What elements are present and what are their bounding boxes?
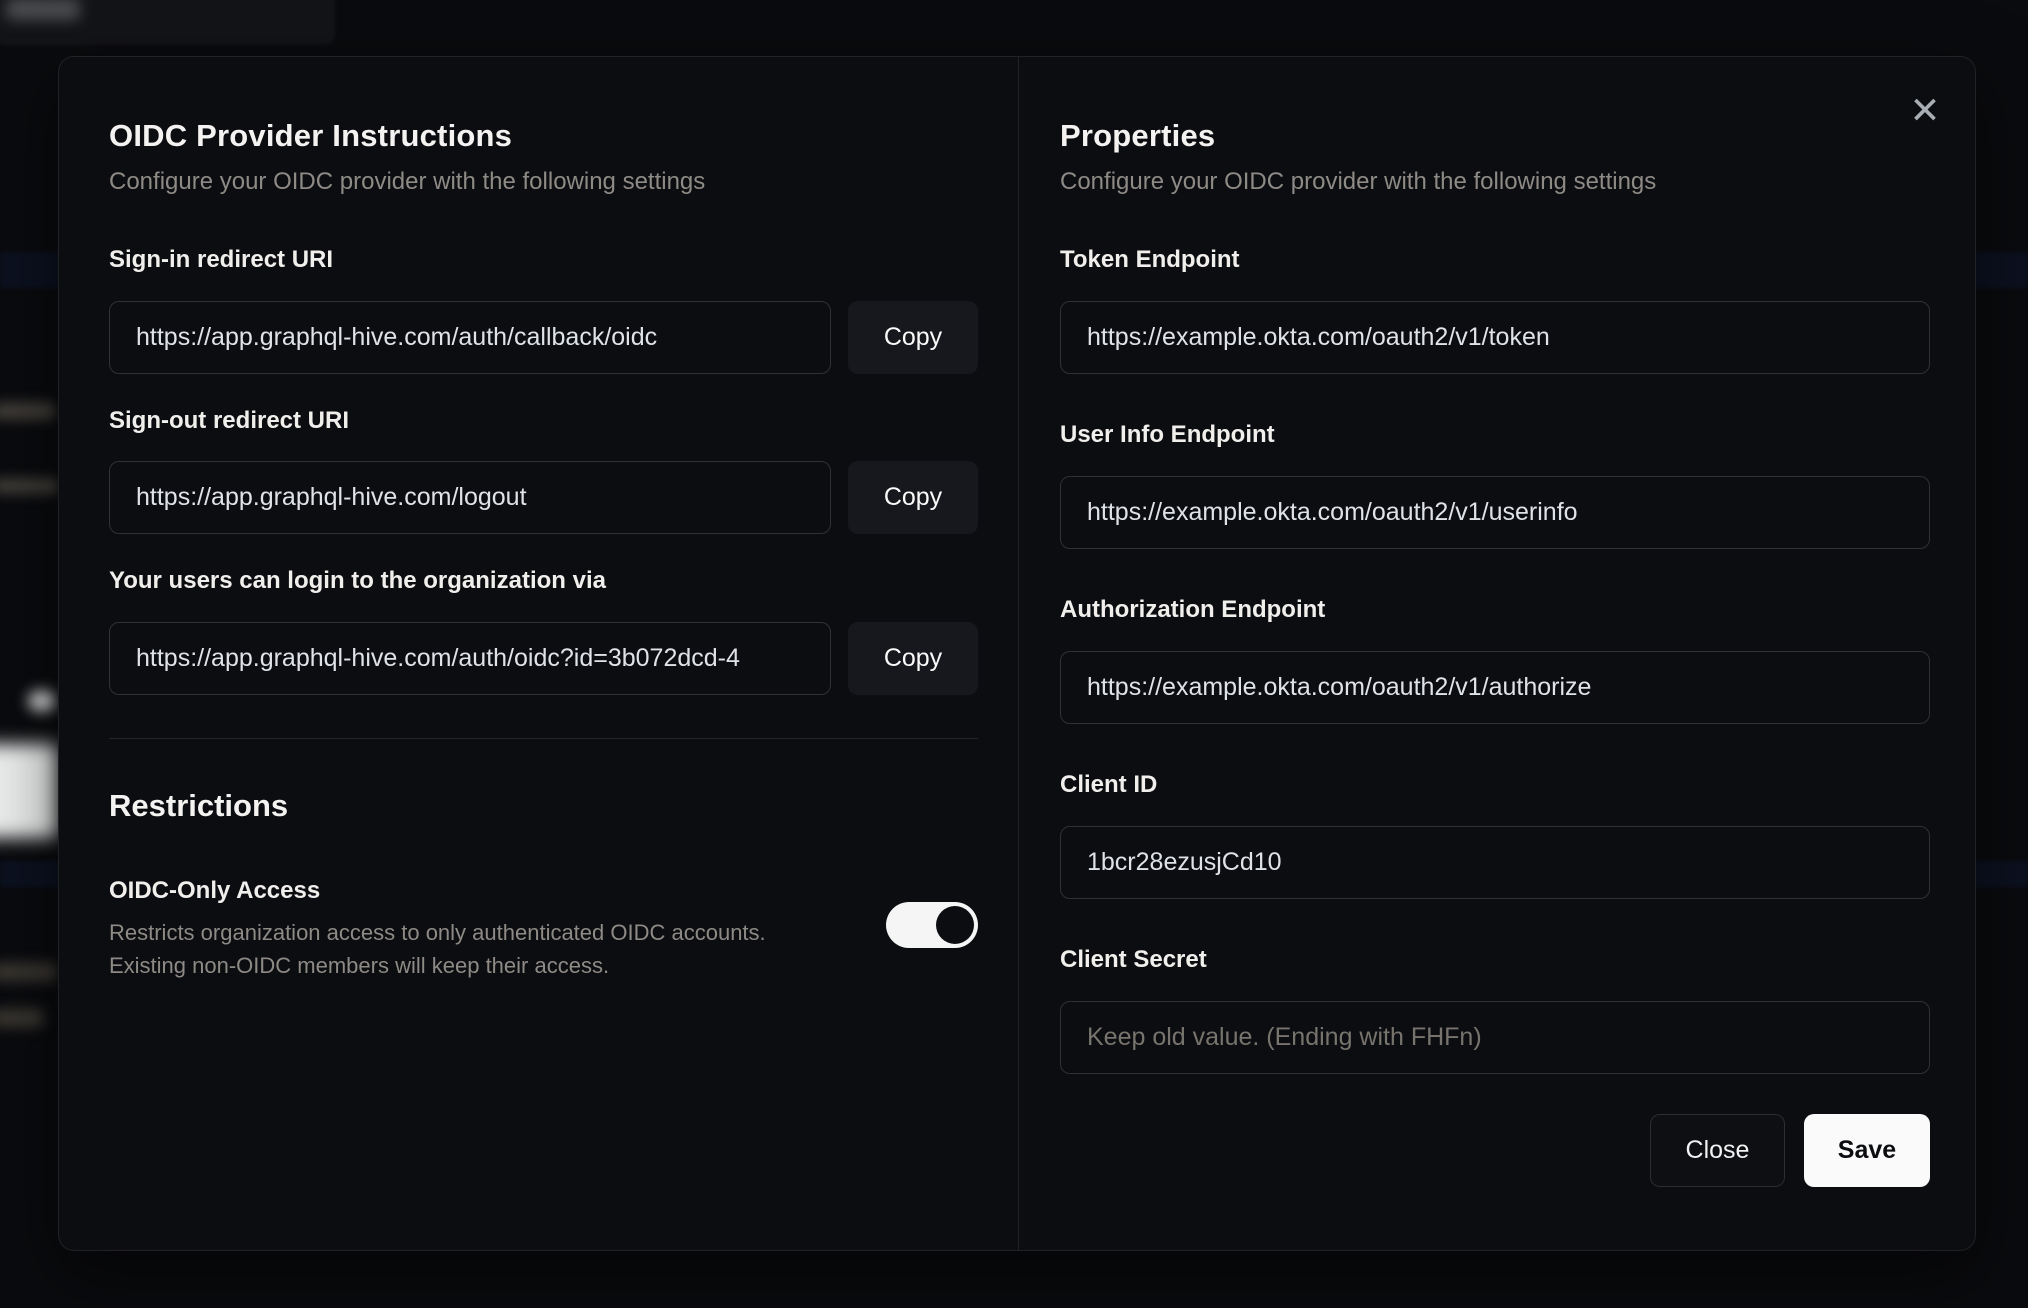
sign-out-redirect-uri-input[interactable] (109, 461, 831, 534)
client-secret-label: Client Secret (1060, 946, 1207, 973)
oidc-only-access-texts: OIDC-Only Access Restricts organization … (109, 876, 766, 982)
client-id-label: Client ID (1060, 771, 1158, 798)
screen: ✕ OIDC Provider Instructions Configure y… (0, 0, 2028, 1308)
background-blurred-panel (0, 0, 334, 44)
oidc-only-access-description-line1: Restricts organization access to only au… (109, 920, 766, 945)
client-id-row (1060, 826, 1930, 899)
org-login-uri-input[interactable] (109, 622, 831, 695)
sign-out-redirect-uri-label: Sign-out redirect URI (109, 407, 350, 434)
section-divider (109, 738, 978, 739)
background-blurred-text (6, 0, 80, 20)
background-blurred-dot (28, 690, 56, 712)
instructions-subtitle: Configure your OIDC provider with the fo… (109, 168, 706, 195)
instructions-title: OIDC Provider Instructions (109, 118, 513, 153)
background-blurred-text (0, 402, 56, 420)
oidc-settings-dialog: ✕ OIDC Provider Instructions Configure y… (58, 56, 1976, 1251)
instructions-panel: OIDC Provider Instructions Configure you… (109, 57, 978, 982)
copy-sign-out-uri-button[interactable]: Copy (848, 461, 978, 534)
sign-in-redirect-uri-row: Copy (109, 301, 978, 374)
background-blurred-text (0, 962, 58, 982)
background-blurred-text (0, 1008, 44, 1028)
client-id-input[interactable] (1060, 826, 1930, 899)
token-endpoint-label: Token Endpoint (1060, 246, 1240, 273)
sign-in-redirect-uri-label: Sign-in redirect URI (109, 246, 334, 273)
background-blurred-button (0, 744, 58, 838)
close-button[interactable]: Close (1650, 1114, 1785, 1187)
oidc-only-access-label: OIDC-Only Access (109, 877, 321, 904)
authorization-endpoint-label: Authorization Endpoint (1060, 596, 1326, 623)
properties-panel: Properties Configure your OIDC provider … (1060, 57, 1930, 1187)
copy-sign-in-uri-button[interactable]: Copy (848, 301, 978, 374)
user-info-endpoint-row (1060, 476, 1930, 549)
token-endpoint-row (1060, 301, 1930, 374)
properties-title: Properties (1060, 118, 1216, 153)
dialog-actions: Close Save (1060, 1114, 1930, 1187)
client-secret-row (1060, 1001, 1930, 1074)
sign-out-redirect-uri-row: Copy (109, 461, 978, 534)
restrictions-title: Restrictions (109, 788, 289, 823)
user-info-endpoint-input[interactable] (1060, 476, 1930, 549)
toggle-thumb-icon (936, 906, 974, 944)
org-login-uri-label: Your users can login to the organization… (109, 567, 606, 594)
column-divider (1018, 57, 1019, 1250)
oidc-only-access-description: Restricts organization access to only au… (109, 916, 766, 982)
authorization-endpoint-input[interactable] (1060, 651, 1930, 724)
authorization-endpoint-row (1060, 651, 1930, 724)
sign-in-redirect-uri-input[interactable] (109, 301, 831, 374)
copy-org-login-uri-button[interactable]: Copy (848, 622, 978, 695)
client-secret-input[interactable] (1060, 1001, 1930, 1074)
user-info-endpoint-label: User Info Endpoint (1060, 421, 1275, 448)
background-blurred-text (0, 478, 60, 494)
properties-subtitle: Configure your OIDC provider with the fo… (1060, 168, 1657, 195)
oidc-only-access-description-line2: Existing non-OIDC members will keep thei… (109, 953, 610, 978)
org-login-uri-row: Copy (109, 622, 978, 695)
oidc-only-access-toggle[interactable] (886, 902, 978, 948)
oidc-only-access-row: OIDC-Only Access Restricts organization … (109, 876, 978, 982)
token-endpoint-input[interactable] (1060, 301, 1930, 374)
save-button[interactable]: Save (1804, 1114, 1930, 1187)
